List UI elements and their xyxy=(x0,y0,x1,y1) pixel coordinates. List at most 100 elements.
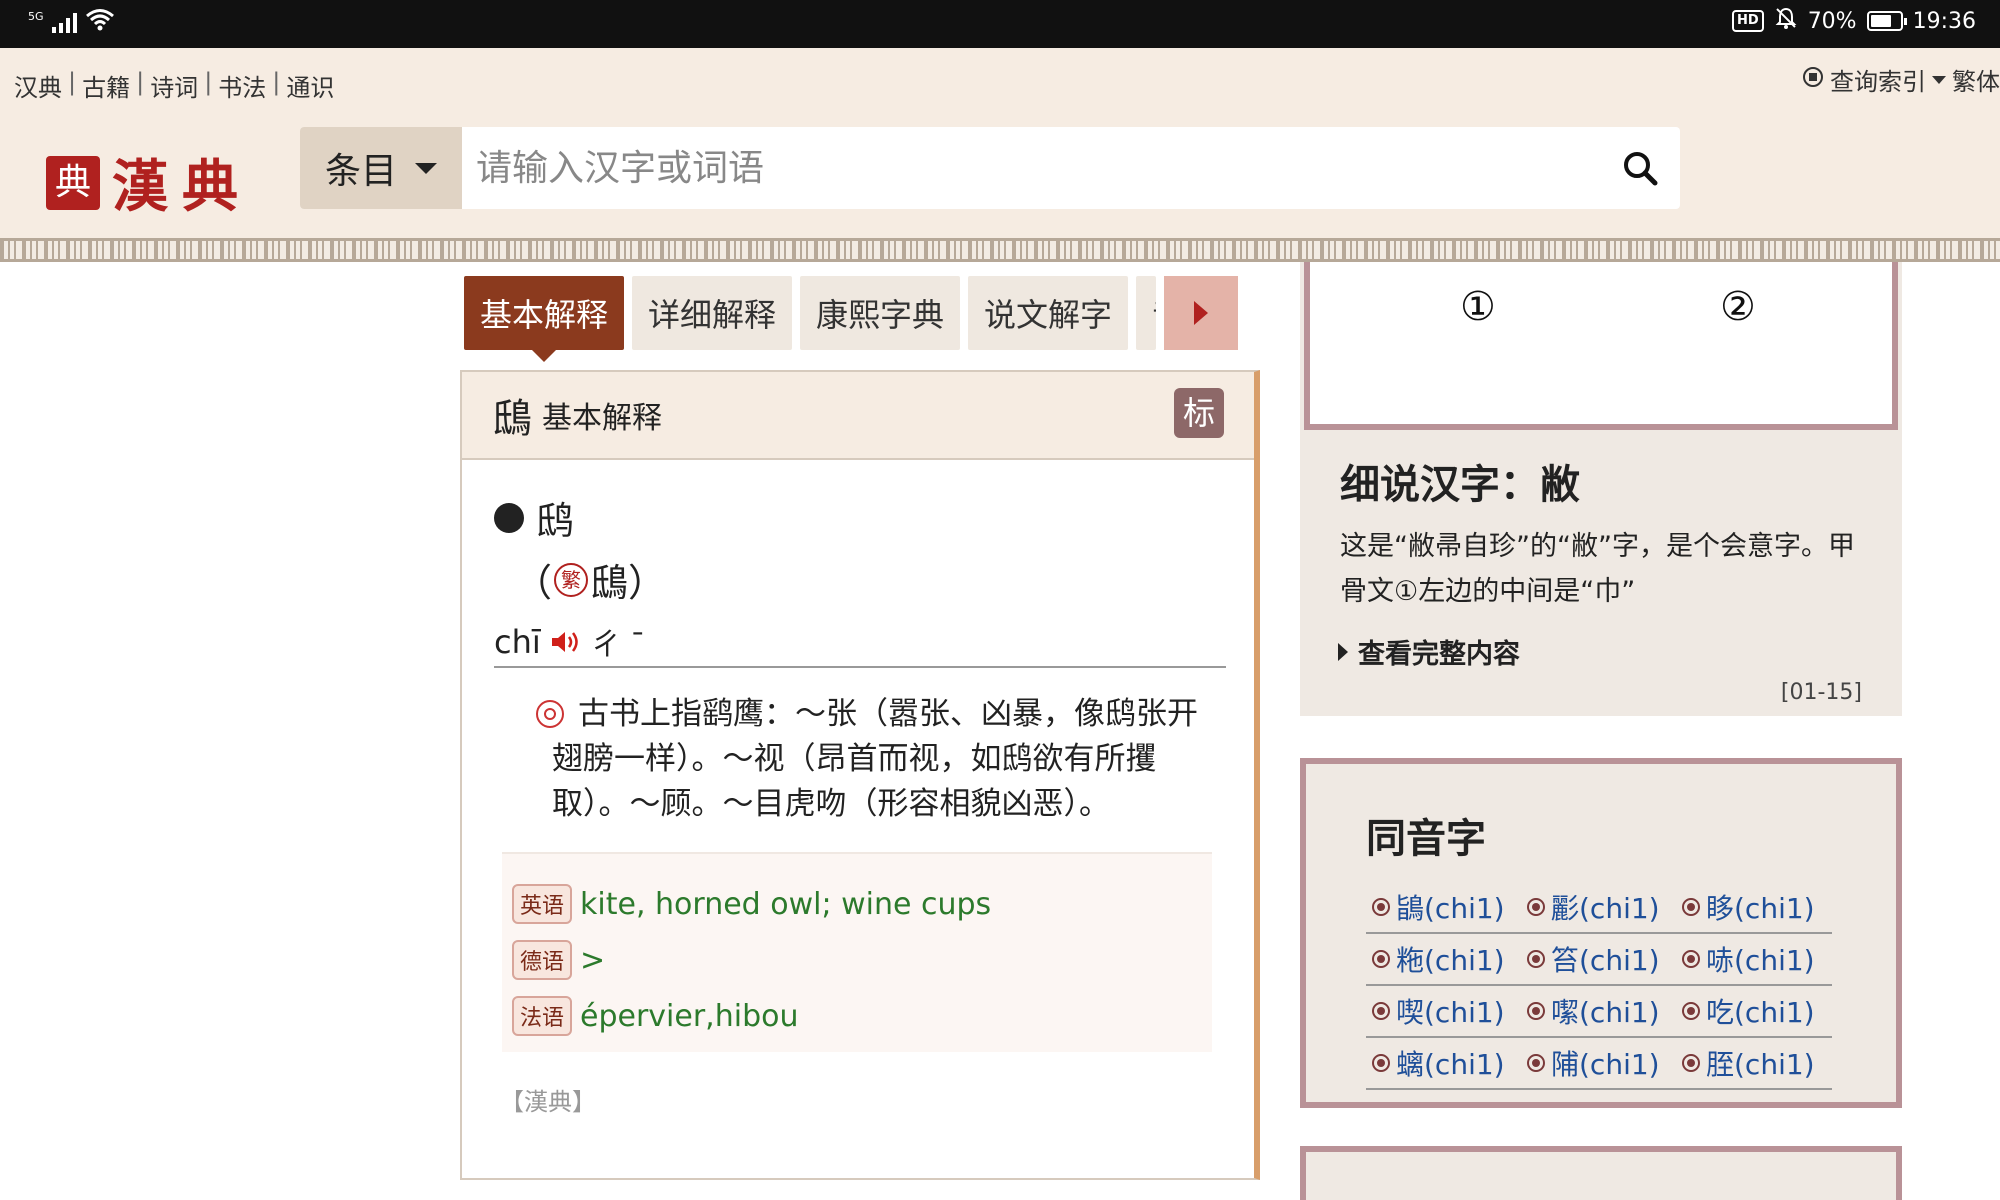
index-link[interactable]: 查询索引 xyxy=(1830,62,1926,97)
chevron-down-icon xyxy=(415,162,437,174)
battery-fill xyxy=(1870,15,1891,27)
entry-char: 鸱 xyxy=(536,499,575,543)
panel-char: 鴟 xyxy=(492,396,532,442)
bullet-icon xyxy=(1682,898,1700,916)
tab-more[interactable]: 音 xyxy=(1136,276,1157,350)
nav-link-guji[interactable]: 古籍 xyxy=(82,68,130,103)
network-type: 5G xyxy=(28,9,44,23)
translation-label: 英语 xyxy=(512,884,573,924)
search-input[interactable] xyxy=(462,127,1600,209)
translations: 英语 kite, horned owl; wine cups 德语 > 法语 é… xyxy=(502,852,1212,1052)
index-dropdown-icon[interactable] xyxy=(1932,75,1946,84)
traditional-toggle[interactable]: 繁体 xyxy=(1952,62,2000,97)
bullet-icon xyxy=(1682,1054,1700,1072)
hd-icon: HD xyxy=(1732,10,1764,32)
homophone-link[interactable]: 陠(chi1) xyxy=(1521,1043,1676,1083)
status-bar: 5G HD 70% 19:36 xyxy=(0,0,2000,48)
nav-link-shufa[interactable]: 书法 xyxy=(218,68,266,103)
search-type-dropdown[interactable]: 条目 xyxy=(300,127,462,209)
bullet-icon xyxy=(494,502,524,533)
homophones-title: 同音字 xyxy=(1366,816,1486,862)
clock: 19:36 xyxy=(1912,8,1976,34)
bullet-icon xyxy=(1527,898,1545,916)
translation-value: kite, horned owl; wine cups xyxy=(580,886,992,922)
traditional-char: 鴟 xyxy=(590,561,629,605)
tab-scroll-next-button[interactable] xyxy=(1164,276,1239,350)
homophone-row: 螭(chi1) 陠(chi1) 胵(chi1) xyxy=(1366,1038,1832,1090)
status-left: 5G xyxy=(28,8,115,36)
nav-link-handian[interactable]: 汉典 xyxy=(14,68,62,103)
translation-value: > xyxy=(580,942,606,978)
article-title[interactable]: 细说汉字：敝 xyxy=(1340,452,1580,510)
bullet-icon xyxy=(1372,950,1390,968)
search-icon xyxy=(1624,152,1658,186)
logo-seal-icon: 典 xyxy=(46,155,100,210)
homophone-link[interactable]: 彲(chi1) xyxy=(1521,887,1676,927)
basic-explanation-panel: 鴟 基本解释 标 鸱 （ 繁 鴟 ） chī ㄔ ˉ 古书上指鹞鹰：～张（嚣张、… xyxy=(460,370,1260,1180)
tag-badge[interactable]: 标 xyxy=(1174,388,1224,438)
translation-row: 德语 > xyxy=(512,932,1202,988)
homophone-link[interactable]: 粚(chi1) xyxy=(1366,939,1521,979)
pronunciation-row: chī ㄔ ˉ xyxy=(494,622,1226,668)
homophones-grid: 鴲(chi1) 彲(chi1) 眵(chi1) 粚(chi1) 笞(chi1) … xyxy=(1366,882,1832,1090)
bullet-icon xyxy=(1527,1002,1545,1020)
homophone-link[interactable]: 笞(chi1) xyxy=(1521,939,1676,979)
bullet-icon xyxy=(1527,950,1545,968)
site-logo[interactable]: 典 漢典 xyxy=(46,142,252,223)
glyph-mark-2: ② xyxy=(1720,284,1756,330)
definition-text: 古书上指鹞鹰：～张（嚣张、凶暴，像鸱张开翅膀一样）。～视（昂首而视，如鸱欲有所攫… xyxy=(552,696,1198,822)
caret-right-icon xyxy=(1338,642,1348,661)
tab-shuowen[interactable]: 说文解字 xyxy=(968,276,1129,350)
glyph-mark-1: ① xyxy=(1460,284,1496,330)
speaker-icon[interactable] xyxy=(549,628,583,656)
traditional-form: （ 繁 鴟 ） xyxy=(514,552,666,607)
translation-value: épervier,hibou xyxy=(580,998,799,1034)
homophone-link[interactable]: 吃(chi1) xyxy=(1676,991,1831,1031)
decorative-border xyxy=(0,238,2000,262)
search-type-label: 条目 xyxy=(324,151,397,192)
homophone-link[interactable]: 喫(chi1) xyxy=(1366,991,1521,1031)
index-icon xyxy=(1802,66,1824,94)
read-more-link[interactable]: 查看完整内容 xyxy=(1338,632,1520,671)
homophone-row: 喫(chi1) 噄(chi1) 吃(chi1) xyxy=(1366,986,1832,1038)
logo-text: 漢典 xyxy=(112,154,252,220)
tab-detailed-explanation[interactable]: 详细解释 xyxy=(632,276,793,350)
homophone-link[interactable]: 眵(chi1) xyxy=(1676,887,1831,927)
translation-label: 法语 xyxy=(512,996,573,1036)
search-button[interactable] xyxy=(1600,127,1680,209)
tab-basic-explanation[interactable]: 基本解释 xyxy=(464,276,625,362)
battery-icon xyxy=(1866,11,1907,31)
translation-row: 英语 kite, horned owl; wine cups xyxy=(512,876,1202,932)
panel-header: 鴟 基本解释 xyxy=(462,372,1254,460)
entry-heading: 鸱 xyxy=(494,490,574,545)
homophones-card: 同音字 鴲(chi1) 彲(chi1) 眵(chi1) 粚(chi1) 笞(ch… xyxy=(1300,758,1902,1108)
zhuyin: ㄔ ˉ xyxy=(590,628,646,663)
homophone-link[interactable]: 哧(chi1) xyxy=(1676,939,1831,979)
glyph-illustration: ① ② xyxy=(1304,262,1898,430)
homophone-row: 鴲(chi1) 彲(chi1) 眵(chi1) xyxy=(1366,882,1832,934)
translation-label: 德语 xyxy=(512,940,573,980)
signal-icon xyxy=(51,11,77,33)
bullet-icon xyxy=(1682,1002,1700,1020)
nav-link-shici[interactable]: 诗词 xyxy=(150,68,198,103)
translation-row: 法语 épervier,hibou xyxy=(512,988,1202,1044)
bullet-icon xyxy=(1372,1002,1390,1020)
tab-kangxi-dictionary[interactable]: 康熙字典 xyxy=(800,276,961,350)
search-bar: 条目 xyxy=(300,127,1680,209)
next-card xyxy=(1300,1146,1902,1200)
site-header: 汉典 | 古籍 | 诗词 | 书法 | 通识 查询索引 繁体 典 漢典 条目 xyxy=(0,48,2000,238)
top-links: 查询索引 繁体 xyxy=(1802,62,2000,97)
homophone-link[interactable]: 鴲(chi1) xyxy=(1366,887,1521,927)
bullet-icon xyxy=(1372,1054,1390,1072)
bullet-icon xyxy=(1682,950,1700,968)
source-note: 【漢典】 xyxy=(500,1088,596,1116)
wifi-icon xyxy=(85,8,115,36)
article-excerpt: 这是“敝帚自珍”的“敝”字，是个会意字。甲骨文①左边的中间是“巾” xyxy=(1340,531,1855,607)
panel-title: 基本解释 xyxy=(542,401,662,436)
homophone-link[interactable]: 噄(chi1) xyxy=(1521,991,1676,1031)
homophone-link[interactable]: 螭(chi1) xyxy=(1366,1043,1521,1083)
article-date: [01-15] xyxy=(1780,680,1862,705)
nav-link-tongshi[interactable]: 通识 xyxy=(286,68,334,103)
homophone-link[interactable]: 胵(chi1) xyxy=(1676,1043,1831,1083)
top-nav: 汉典 | 古籍 | 诗词 | 书法 | 通识 xyxy=(14,68,335,103)
